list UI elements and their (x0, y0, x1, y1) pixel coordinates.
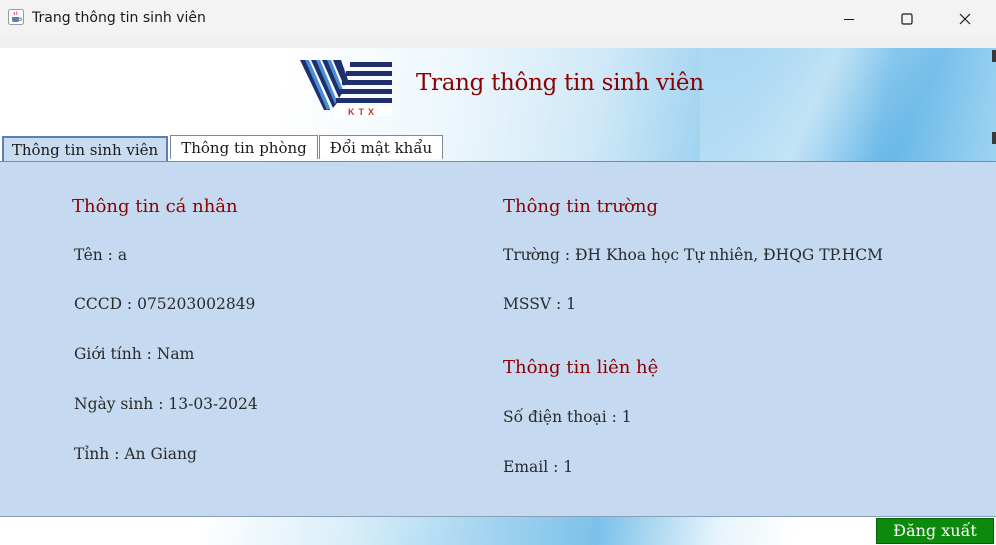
logo-text: KTX (348, 107, 378, 116)
maximize-icon (901, 12, 913, 25)
tab-student-info[interactable]: Thông tin sinh viên (2, 136, 168, 161)
close-icon (959, 13, 971, 24)
window-title: Trang thông tin sinh viên (32, 10, 206, 26)
minimize-button[interactable] (820, 0, 878, 37)
school-info-title: Thông tin trường (503, 196, 658, 217)
close-button[interactable] (936, 0, 994, 37)
tab-change-password[interactable]: Đổi mật khẩu (319, 135, 443, 159)
phone-field: Số điện thoại : 1 (503, 408, 632, 426)
dob-field: Ngày sinh : 13-03-2024 (74, 395, 258, 413)
minimize-icon (844, 18, 854, 20)
logout-button[interactable]: Đăng xuất (876, 518, 994, 544)
gender-field: Giới tính : Nam (74, 345, 195, 363)
java-cup-icon (8, 9, 24, 25)
personal-info-title: Thông tin cá nhân (72, 196, 238, 217)
title-bar[interactable]: Trang thông tin sinh viên (0, 0, 996, 37)
footer-banner (0, 516, 996, 545)
student-info-panel: Thông tin cá nhân Tên : a CCCD : 0752030… (0, 161, 996, 516)
mssv-field: MSSV : 1 (503, 295, 576, 313)
contact-info-title: Thông tin liên hệ (503, 357, 659, 378)
tab-bar: Thông tin sinh viên Thông tin phòng Đổi … (0, 134, 996, 162)
page-title: Trang thông tin sinh viên (416, 70, 704, 96)
school-field: Trường : ĐH Khoa học Tự nhiên, ĐHQG TP.H… (503, 246, 884, 264)
maximize-button[interactable] (878, 0, 936, 37)
tab-room-info[interactable]: Thông tin phòng (170, 135, 318, 159)
ktx-logo: KTX (300, 60, 392, 116)
cccd-field: CCCD : 075203002849 (74, 295, 256, 313)
email-field: Email : 1 (503, 458, 574, 476)
name-field: Tên : a (74, 246, 128, 264)
edge-marker (992, 50, 996, 62)
province-field: Tỉnh : An Giang (74, 445, 197, 463)
app-window: Trang thông tin sinh viên KTX Trang thôn… (0, 0, 996, 545)
